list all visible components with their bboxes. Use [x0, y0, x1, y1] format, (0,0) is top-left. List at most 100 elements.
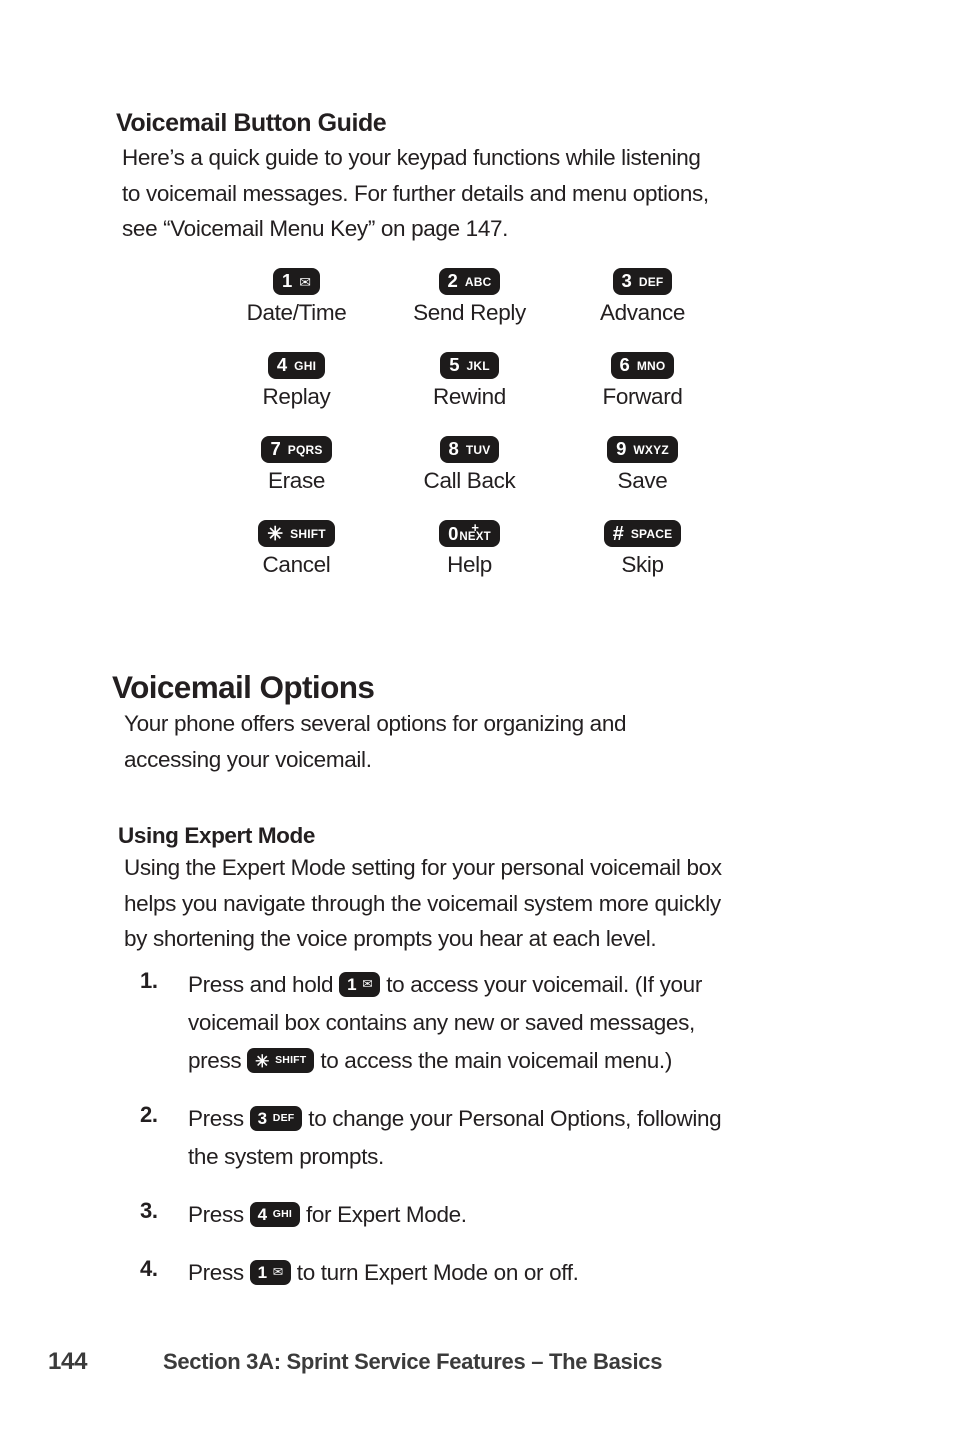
key-button-star[interactable]: ✳ SHIFT [258, 520, 335, 547]
envelope-icon: ✉ [299, 273, 312, 290]
key-sublabel: GHI [272, 1207, 293, 1220]
key-digit: 6 [619, 354, 630, 376]
hash-key-icon: # [612, 522, 624, 545]
step-text-segment: for Expert Mode. [300, 1202, 467, 1227]
keypad-row: 7 PQRS Erase 8 TUV Call Back 9 WXYZ Save [210, 436, 730, 494]
key-button-1[interactable]: 1 ✉ [339, 971, 381, 997]
key-button-star[interactable]: ✳ SHIFT [247, 1047, 315, 1073]
key-digit: 3 [257, 1108, 267, 1128]
keypad-cell-rewind: 5 JKL Rewind [383, 352, 556, 410]
step-text: Press and hold 1 ✉ to access your voicema… [188, 966, 702, 1080]
paragraph-line: accessing your voicemail. [124, 746, 372, 772]
key-button-8[interactable]: 8 TUV [439, 436, 500, 463]
keypad-cell-date-time: 1 ✉ Date/Time [210, 268, 383, 326]
keypad-function-label: Rewind [433, 384, 506, 409]
key-button-7[interactable]: 7 PQRS [261, 436, 332, 463]
key-digit: 2 [447, 270, 458, 292]
keypad-cell-help: 0 + NEXT Help [383, 520, 556, 578]
voicemail-options-intro-paragraph: Your phone offers several options for or… [124, 706, 627, 777]
keypad-function-label: Date/Time [246, 300, 347, 325]
key-sublabel: DEF [638, 274, 664, 289]
key-sublabel: DEF [272, 1111, 295, 1124]
expert-mode-steps-list: 1. Press and hold 1 ✉ to access your voice… [140, 966, 900, 1312]
key-button-2[interactable]: 2 ABC [438, 268, 501, 295]
paragraph-line: to voicemail messages. For further detai… [122, 180, 709, 206]
key-sublabel: SPACE [630, 526, 673, 541]
key-digit: 1 [347, 974, 357, 994]
step-number: 2. [140, 1102, 158, 1127]
paragraph-line: by shortening the voice prompts you hear… [124, 926, 657, 951]
keypad-cell-advance: 3 DEF Advance [556, 268, 729, 326]
step-text-segment: Press and hold [188, 972, 340, 997]
key-button-3[interactable]: 3 DEF [249, 1105, 303, 1131]
keypad-function-label: Cancel [262, 552, 331, 577]
step-text-segment: Press [188, 1106, 250, 1131]
step-line: Press 1 ✉ to turn Expert Mode on or off. [188, 1254, 579, 1292]
key-sublabel: SHIFT [290, 526, 326, 541]
key-digit: 1 [281, 270, 293, 292]
step-text-segment: Press [188, 1202, 250, 1227]
heading-voicemail-options: Voicemail Options [112, 669, 375, 706]
keypad-cell-replay: 4 GHI Replay [210, 352, 383, 410]
keypad-cell-forward: 6 MNO Forward [556, 352, 729, 410]
manual-page: Voicemail Button Guide Here’s a quick gu… [0, 0, 954, 1431]
heading-using-expert-mode: Using Expert Mode [118, 822, 315, 848]
step-line: Press 4 GHI for Expert Mode. [188, 1196, 467, 1234]
voicemail-keypad-guide-grid: 1 ✉ Date/Time 2 ABC Send Reply 3 DEF Advance 4 GHI… [210, 268, 730, 604]
key-digit: 5 [449, 354, 460, 376]
keypad-cell-send-reply: 2 ABC Send Reply [383, 268, 556, 326]
key-sublabel: WXYZ [633, 442, 669, 457]
key-digit: 4 [257, 1204, 267, 1224]
keypad-function-label: Replay [262, 384, 331, 409]
key-button-4[interactable]: 4 GHI [267, 352, 326, 379]
paragraph-line: helps you navigate through the voicemail… [124, 890, 721, 916]
key-digit: 3 [621, 270, 632, 292]
keypad-row: 1 ✉ Date/Time 2 ABC Send Reply 3 DEF Advance [210, 268, 730, 326]
keypad-cell-cancel: ✳ SHIFT Cancel [210, 520, 383, 578]
paragraph-line: see “Voicemail Menu Key” on page 147. [122, 216, 509, 241]
keypad-row: 4 GHI Replay 5 JKL Rewind 6 MNO Forward [210, 352, 730, 410]
keypad-function-label: Forward [602, 384, 683, 409]
keypad-cell-skip: # SPACE Skip [556, 520, 729, 578]
key-button-hash[interactable]: # SPACE [603, 520, 682, 547]
key-sublabel: ABC [464, 274, 492, 289]
envelope-icon: ✉ [362, 976, 373, 991]
key-button-1[interactable]: 1 ✉ [249, 1259, 291, 1285]
expert-mode-step: 4. Press 1 ✉ to turn Expert Mode on or off… [140, 1254, 900, 1292]
step-text-segment: to access your voicemail. (If your [380, 972, 702, 997]
step-text-segment: Press [188, 1260, 250, 1285]
page-number: 144 [48, 1348, 88, 1375]
key-button-0[interactable]: 0 + NEXT [439, 520, 500, 547]
heading-voicemail-button-guide: Voicemail Button Guide [116, 108, 387, 137]
step-text: Press 1 ✉ to turn Expert Mode on or off. [188, 1254, 579, 1292]
keypad-cell-save: 9 WXYZ Save [556, 436, 729, 494]
expert-mode-step: 3. Press 4 GHI for Expert Mode. [140, 1196, 900, 1234]
star-key-icon: ✳ [267, 524, 284, 545]
key-button-9[interactable]: 9 WXYZ [607, 436, 678, 463]
paragraph-line: Here’s a quick guide to your keypad func… [122, 145, 701, 170]
keypad-function-label: Call Back [423, 468, 516, 493]
key-button-1[interactable]: 1 ✉ [272, 268, 321, 295]
keypad-row: ✳ SHIFT Cancel 0 + NEXT Help # SPACE Skip [210, 520, 730, 578]
key-button-3[interactable]: 3 DEF [612, 268, 673, 295]
keypad-function-label: Skip [621, 552, 664, 577]
key-digit: 7 [270, 438, 281, 460]
keypad-function-label: Send Reply [413, 300, 526, 325]
key-button-6[interactable]: 6 MNO [610, 352, 675, 379]
step-text: Press 4 GHI for Expert Mode. [188, 1196, 467, 1234]
page-footer: 144 Section 3A: Sprint Service Features … [48, 1348, 662, 1376]
key-button-5[interactable]: 5 JKL [440, 352, 499, 379]
expert-mode-step: 1. Press and hold 1 ✉ to access your voice… [140, 966, 900, 1080]
keypad-function-label: Advance [599, 300, 686, 325]
step-number: 4. [140, 1256, 158, 1281]
step-line: Press 3 DEF to change your Personal Optio… [188, 1100, 722, 1138]
key-sublabel: NEXT [459, 531, 491, 543]
step-line: voicemail box contains any new or saved … [188, 1010, 695, 1035]
key-digit: 8 [448, 438, 459, 460]
key-sublabel: PQRS [287, 442, 323, 457]
step-text: Press 3 DEF to change your Personal Optio… [188, 1100, 722, 1176]
key-button-4[interactable]: 4 GHI [249, 1201, 301, 1227]
paragraph-line: Your phone offers several options for or… [124, 711, 627, 736]
paragraph-line: Using the Expert Mode setting for your p… [124, 855, 722, 880]
key-sublabel: TUV [465, 442, 491, 457]
